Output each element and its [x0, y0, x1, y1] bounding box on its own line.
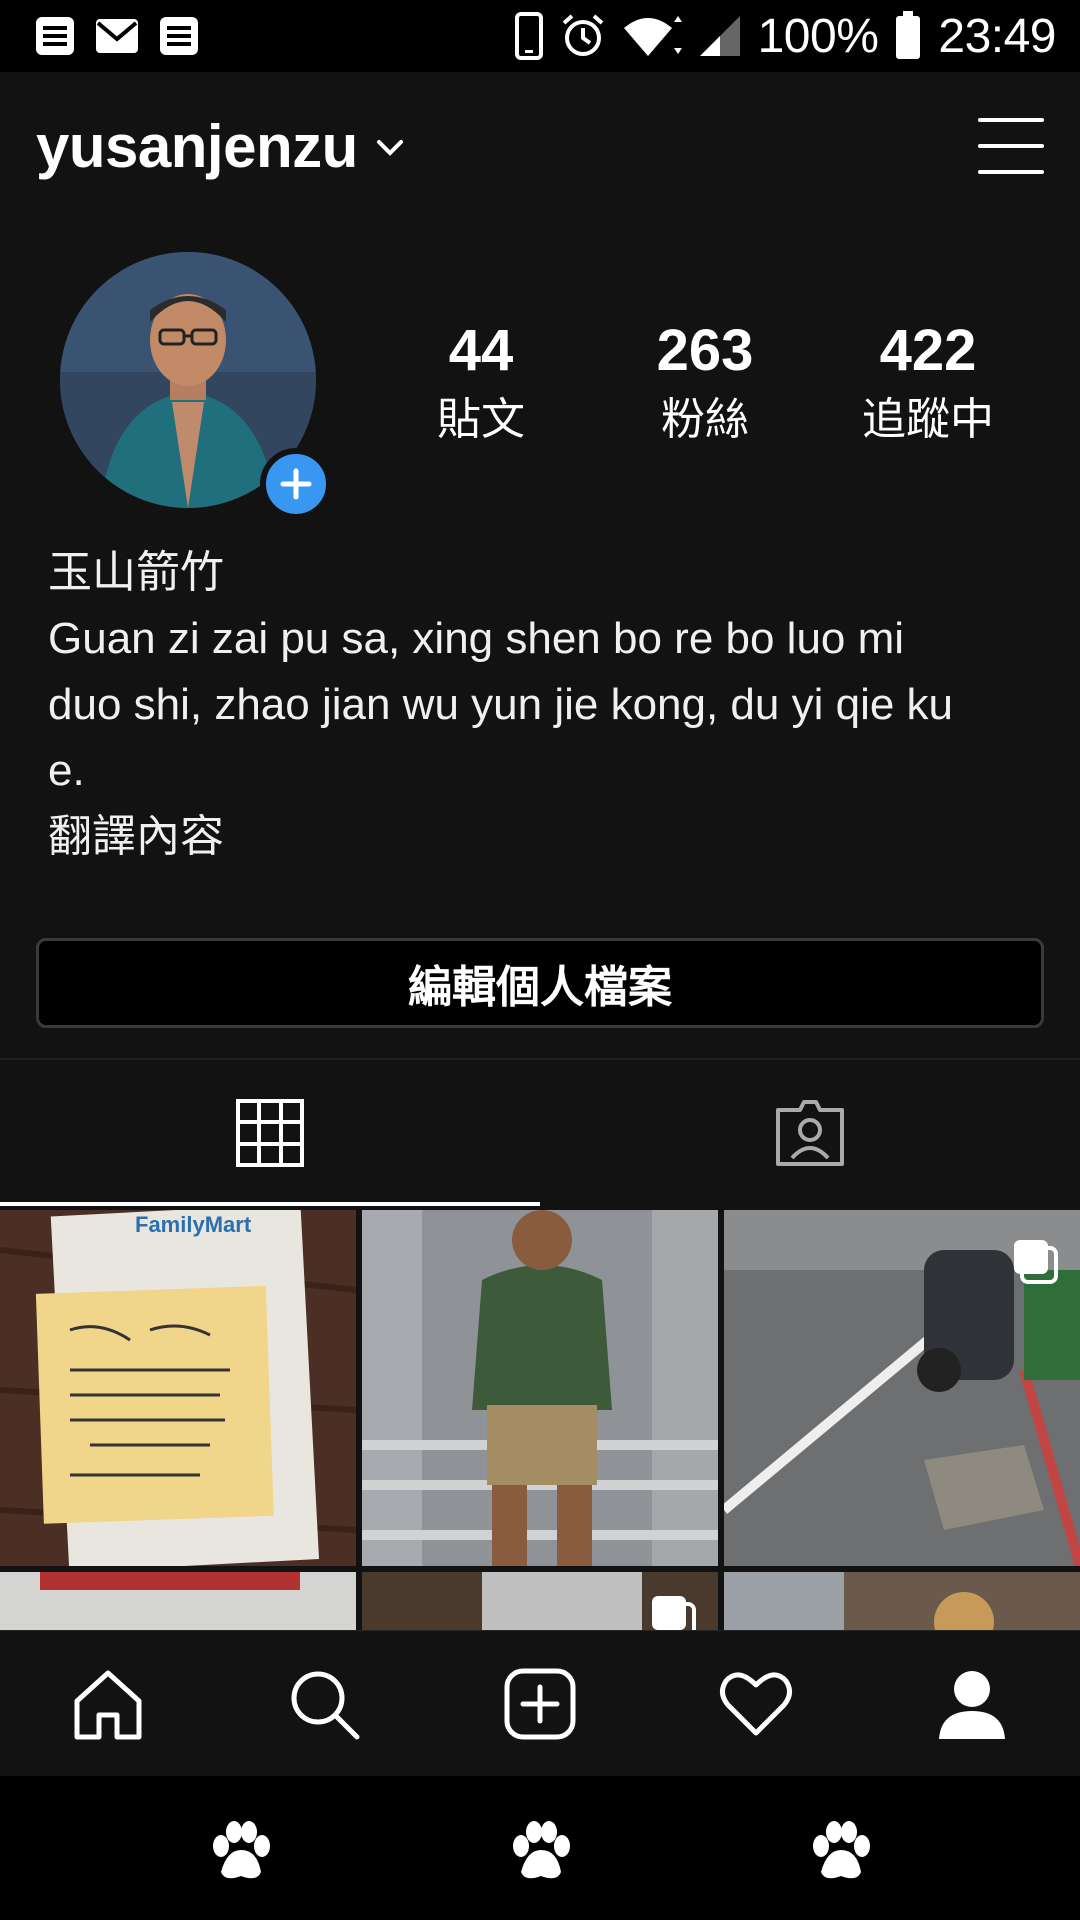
familymart-logo: FamilyMart: [135, 1212, 252, 1237]
phone-icon: [514, 12, 544, 60]
posts-stat[interactable]: 44 貼文: [381, 312, 581, 450]
posts-count: 44: [448, 318, 514, 383]
battery-percent: 100%: [757, 9, 879, 63]
post-thumbnail[interactable]: [724, 1572, 1080, 1630]
display-name: 玉山箭竹: [48, 547, 224, 598]
heart-icon: [720, 1672, 792, 1735]
posts-label: 貼文: [437, 394, 525, 445]
notes-icon: [34, 15, 76, 57]
svg-text:FamilyMart: FamilyMart: [135, 1212, 252, 1237]
chevron-down-icon[interactable]: [376, 138, 404, 162]
profile-header: yusanjenzu: [0, 72, 1080, 220]
menu-button[interactable]: [978, 118, 1044, 174]
multiple-photos-icon: [1012, 1238, 1060, 1286]
post-thumbnail[interactable]: FamilyMart: [0, 1210, 356, 1566]
paw-recents-button[interactable]: [807, 1818, 873, 1884]
username[interactable]: yusanjenzu: [36, 112, 358, 181]
bio-line: duo shi, zhao jian wu yun jie kong, du y…: [48, 680, 954, 729]
home-icon: [74, 1670, 142, 1739]
posts-grid: FamilyMart: [0, 1210, 1080, 1630]
menu-icon: [978, 118, 1044, 122]
followers-label: 粉絲: [661, 394, 749, 445]
search-icon: [291, 1671, 360, 1739]
post-thumbnail[interactable]: [0, 1572, 356, 1630]
post-thumbnail[interactable]: [362, 1210, 718, 1566]
nav-new-post[interactable]: [480, 1644, 600, 1764]
following-label: 追蹤中: [862, 394, 994, 445]
content-tabs: [0, 1058, 1080, 1206]
paw-icon: [813, 1821, 870, 1879]
profile-stats: 44 貼文 263 粉絲 422 追蹤中: [0, 312, 1080, 452]
notes-icon: [158, 15, 200, 57]
paw-icon: [213, 1821, 270, 1879]
nav-home[interactable]: [48, 1644, 168, 1764]
mail-icon: [94, 15, 140, 57]
followers-stat[interactable]: 263 粉絲: [605, 312, 805, 450]
notification-icons: [34, 15, 200, 57]
edit-profile-button[interactable]: 編輯個人檔案: [36, 938, 1044, 1028]
signal-icon: [698, 14, 742, 58]
post-thumbnail[interactable]: [724, 1210, 1080, 1566]
status-bar: 100% 23:49: [0, 0, 1080, 72]
system-status: 100% 23:49: [514, 9, 1056, 64]
plus-icon: [280, 468, 312, 500]
bio-line: e.: [48, 746, 85, 795]
add-story-button[interactable]: [260, 448, 332, 520]
multiple-photos-icon: [650, 1594, 698, 1630]
grid-icon: [236, 1099, 304, 1167]
add-post-icon: [504, 1668, 576, 1739]
see-translation-link[interactable]: 翻譯內容: [48, 804, 1038, 870]
post-thumbnail[interactable]: [362, 1572, 718, 1630]
bio: 玉山箭竹 Guan zi zai pu sa, xing shen bo re …: [48, 540, 1038, 870]
wifi-icon: [622, 14, 682, 58]
nav-activity[interactable]: [696, 1644, 816, 1764]
nav-profile[interactable]: [912, 1644, 1032, 1764]
alarm-icon: [560, 13, 606, 59]
tab-tagged[interactable]: [540, 1060, 1080, 1206]
battery-icon: [894, 11, 922, 61]
bottom-nav: [0, 1630, 1080, 1776]
nav-search[interactable]: [264, 1644, 384, 1764]
clock: 23:49: [938, 9, 1056, 63]
paw-icon: [513, 1821, 570, 1879]
profile-icon: [939, 1670, 1005, 1739]
system-nav-bar: [0, 1776, 1080, 1920]
following-count: 422: [879, 318, 977, 383]
bio-line: Guan zi zai pu sa, xing shen bo re bo lu…: [48, 614, 905, 663]
paw-home-button[interactable]: [507, 1818, 573, 1884]
tagged-icon: [776, 1100, 844, 1166]
paw-back-button[interactable]: [207, 1818, 273, 1884]
following-stat[interactable]: 422 追蹤中: [828, 312, 1028, 450]
tab-posts-grid[interactable]: [0, 1060, 540, 1206]
followers-count: 263: [656, 318, 754, 383]
